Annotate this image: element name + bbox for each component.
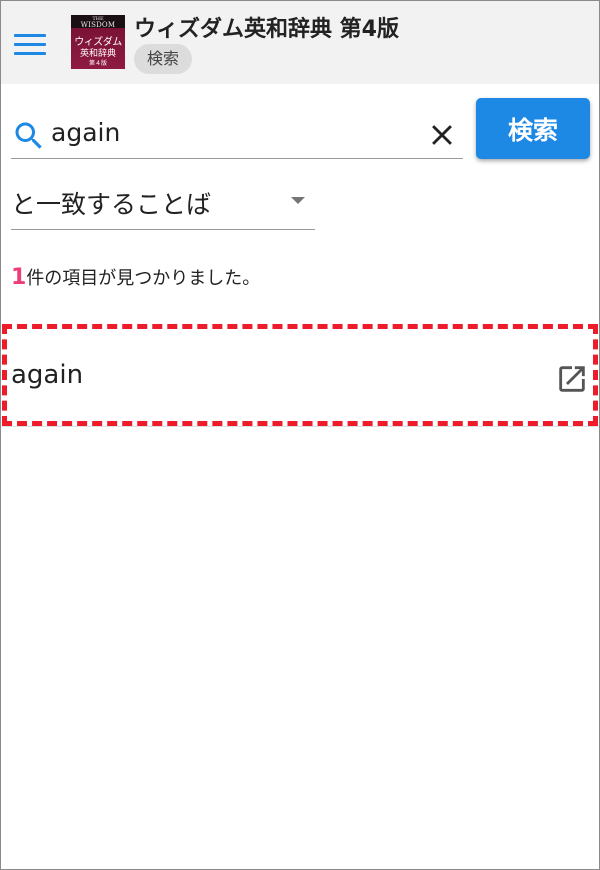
cover-line-2: WISDOM xyxy=(80,21,116,29)
result-count-text: 件の項目が見つかりました。 xyxy=(26,268,261,289)
match-mode-value: と一致することば xyxy=(11,190,212,219)
result-count: 1件の項目が見つかりました。 xyxy=(11,264,260,290)
app-bar: THE WISDOM ウィズダム 英和辞典 第４版 ウィズダム英和辞典 第4版 … xyxy=(0,0,600,84)
close-icon[interactable] xyxy=(425,118,459,152)
dropdown-caret-icon xyxy=(291,197,305,204)
hamburger-menu-icon[interactable] xyxy=(14,34,46,58)
dictionary-cover-icon: THE WISDOM ウィズダム 英和辞典 第４版 xyxy=(71,15,125,69)
result-word: again xyxy=(11,360,84,390)
search-icon xyxy=(15,122,42,149)
search-field xyxy=(11,104,463,159)
search-button[interactable]: 検索 xyxy=(476,98,590,159)
match-mode-select[interactable]: と一致することば xyxy=(11,176,315,230)
divider xyxy=(0,426,600,427)
search-input[interactable] xyxy=(51,112,411,152)
selection-highlight xyxy=(2,324,598,426)
result-count-number: 1 xyxy=(11,265,27,290)
dictionary-title: ウィズダム英和辞典 第4版 xyxy=(134,17,399,42)
open-in-new-icon[interactable] xyxy=(555,362,589,396)
search-mode-chip[interactable]: 検索 xyxy=(134,44,193,74)
list-item[interactable]: again xyxy=(0,324,600,426)
cover-line-5: 第４版 xyxy=(88,60,107,67)
